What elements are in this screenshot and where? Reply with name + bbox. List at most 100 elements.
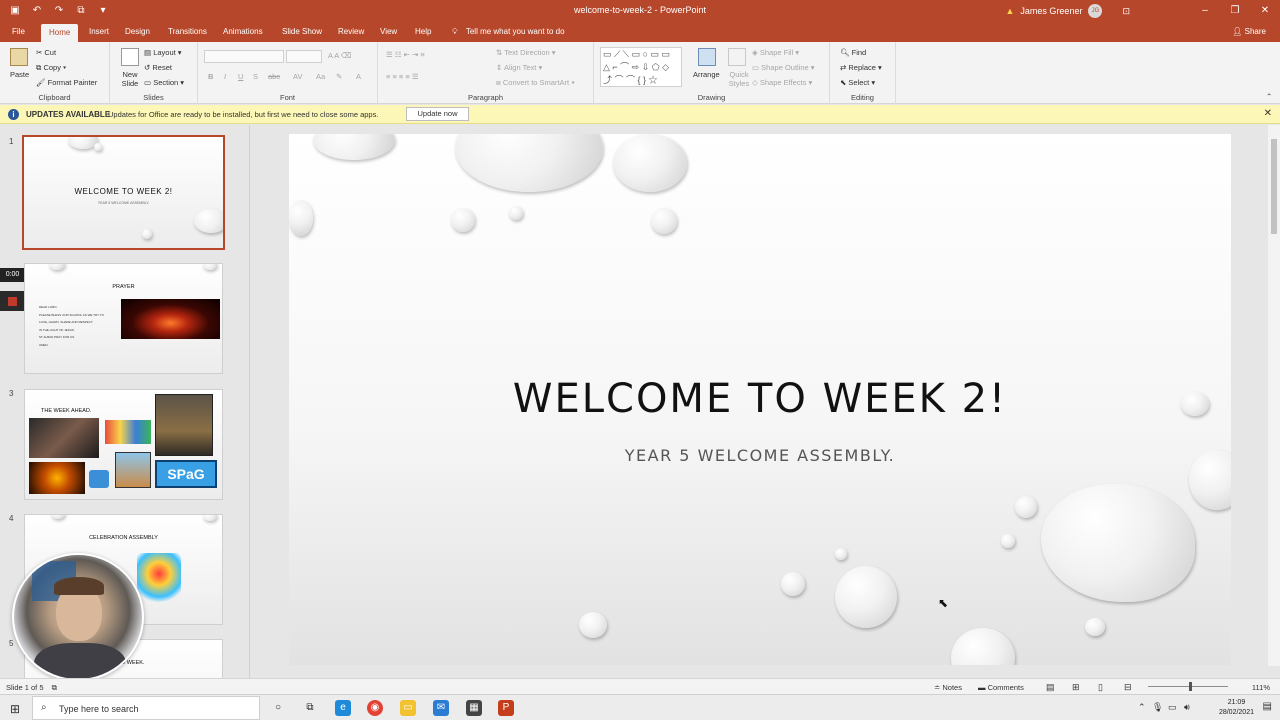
store-icon[interactable]: ▦ bbox=[466, 700, 482, 716]
taskbar-clock[interactable]: 21:09 28/02/2021 bbox=[1219, 698, 1254, 718]
user-account[interactable]: ▲ James Greener JG ⊡ bbox=[1006, 4, 1130, 18]
bold-icon[interactable]: B bbox=[208, 72, 213, 81]
accessibility-icon[interactable]: ⧉ bbox=[52, 683, 57, 692]
update-now-button[interactable]: Update now bbox=[406, 107, 469, 121]
tab-help[interactable]: Help bbox=[415, 27, 431, 36]
comments-button[interactable]: ▬ Comments bbox=[978, 683, 1024, 692]
share-button[interactable]: 👤︎ Share bbox=[1232, 27, 1266, 36]
reading-view-icon[interactable]: ▯ bbox=[1098, 682, 1103, 693]
underline-icon[interactable]: U bbox=[238, 72, 243, 81]
new-slide-button[interactable]: New Slide bbox=[118, 70, 142, 88]
convert-smartart-button[interactable]: ⧈ Convert to SmartArt ▾ bbox=[496, 78, 575, 88]
slide-thumbnail-2[interactable]: PRAYER DEAR LORD, PLEASE BLESS OUR SCHOO… bbox=[24, 263, 223, 374]
bullets-icon[interactable]: ☰ ☷ ⇤ ⇥ ≡ bbox=[386, 50, 425, 59]
replace-button[interactable]: ⇄ Replace ▾ bbox=[840, 63, 882, 72]
current-slide[interactable]: WELCOME TO WEEK 2! YEAR 5 WELCOME ASSEMB… bbox=[289, 134, 1231, 665]
zoom-level[interactable]: 111% bbox=[1252, 683, 1270, 692]
cortana-icon[interactable]: ○ bbox=[270, 700, 286, 716]
slide-title[interactable]: WELCOME TO WEEK 2! bbox=[289, 376, 1231, 422]
paste-icon[interactable] bbox=[10, 48, 28, 66]
mail-icon[interactable]: ✉ bbox=[433, 700, 449, 716]
windows-start-icon[interactable]: ⊞ bbox=[10, 702, 20, 716]
shapes-gallery[interactable]: ▭ ⟋ ⟍ ▭ ○ ▭ ▭ △ ⌐ ⌒ ⇨ ⇩ ⬠ ◇ ⤴ ⌒ ⌒ { } ☆ bbox=[600, 47, 682, 87]
align-icons[interactable]: ≡ ≡ ≡ ≡ ☰ bbox=[386, 72, 419, 81]
quick-styles-icon[interactable] bbox=[728, 48, 746, 66]
tab-insert[interactable]: Insert bbox=[89, 27, 109, 36]
highlight-icon[interactable]: ✎ bbox=[336, 72, 342, 81]
close-icon[interactable]: ✕ bbox=[1264, 108, 1272, 119]
tab-slide-show[interactable]: Slide Show bbox=[282, 27, 322, 36]
ribbon-display-options-icon[interactable]: ⊡ bbox=[1122, 6, 1130, 17]
zoom-slider[interactable] bbox=[1148, 686, 1228, 687]
slide-thumbnail-1[interactable]: WELCOME TO WEEK 2! YEAR 5 WELCOME ASSEMB… bbox=[22, 135, 225, 250]
chrome-icon[interactable]: ◉ bbox=[367, 700, 383, 716]
tab-transitions[interactable]: Transitions bbox=[168, 27, 207, 36]
layout-button[interactable]: ▤ Layout ▾ bbox=[144, 48, 182, 57]
scrollbar-thumb[interactable] bbox=[1271, 139, 1277, 234]
zoom-slider-knob[interactable] bbox=[1189, 682, 1192, 691]
quick-styles-button[interactable]: Quick Styles bbox=[726, 70, 752, 88]
tab-home[interactable]: Home bbox=[41, 24, 79, 42]
change-case-icon[interactable]: Aa bbox=[316, 72, 325, 81]
show-hidden-icons-icon[interactable]: ⌃ bbox=[1138, 702, 1146, 713]
vertical-scrollbar[interactable] bbox=[1268, 125, 1280, 666]
tab-view[interactable]: View bbox=[380, 27, 397, 36]
share-label: Share bbox=[1244, 27, 1266, 36]
font-name-box[interactable] bbox=[204, 50, 284, 63]
slide-subtitle[interactable]: YEAR 5 WELCOME ASSEMBLY. bbox=[289, 446, 1231, 465]
volume-icon[interactable]: 🔊︎ bbox=[1184, 702, 1190, 713]
format-painter-button[interactable]: 🖌︎ Format Painter bbox=[36, 78, 97, 87]
font-color-icon[interactable]: A bbox=[356, 72, 361, 81]
collapse-ribbon-icon[interactable]: ⌃ bbox=[1266, 92, 1272, 101]
slide-show-icon[interactable]: ⊟ bbox=[1124, 682, 1132, 693]
text-direction-button[interactable]: ⇅ Text Direction ▾ bbox=[496, 48, 556, 57]
shape-outline-button[interactable]: ▭ Shape Outline ▾ bbox=[752, 63, 815, 72]
slide-sorter-icon[interactable]: ⊞ bbox=[1072, 682, 1080, 693]
restore-icon[interactable]: ❐ bbox=[1220, 0, 1250, 22]
strikethrough-icon[interactable]: abc bbox=[268, 72, 280, 81]
stop-recording-button[interactable] bbox=[0, 291, 25, 311]
edge-icon[interactable]: e bbox=[335, 700, 351, 716]
comment-icon: ▬ bbox=[978, 683, 986, 692]
shape-fill-button[interactable]: ◈ Shape Fill ▾ bbox=[752, 48, 799, 57]
ribbon: Paste ✂︎ Cut ⧉ Copy ▾ 🖌︎ Format Painter … bbox=[0, 42, 1280, 104]
microphone-icon[interactable]: 🎙︎ bbox=[1152, 702, 1163, 713]
water-drop bbox=[835, 548, 847, 560]
tab-review[interactable]: Review bbox=[338, 27, 364, 36]
shadow-icon[interactable]: S bbox=[253, 72, 258, 81]
network-icon[interactable]: ▭ bbox=[1168, 702, 1177, 713]
arrange-button[interactable]: Arrange bbox=[693, 70, 720, 79]
task-view-icon[interactable]: ⧉ bbox=[302, 700, 318, 716]
notifications-icon[interactable]: ▤ bbox=[1263, 701, 1272, 712]
font-size-icons[interactable]: A A ⌫ bbox=[328, 51, 352, 60]
new-slide-icon[interactable] bbox=[121, 48, 139, 66]
info-icon: i bbox=[8, 109, 19, 120]
shape-effects-button[interactable]: ◇ Shape Effects ▾ bbox=[752, 78, 812, 87]
arrange-icon[interactable] bbox=[698, 48, 716, 66]
powerpoint-icon[interactable]: P bbox=[498, 700, 514, 716]
copy-button[interactable]: ⧉ Copy ▾ bbox=[36, 63, 66, 73]
tab-design[interactable]: Design bbox=[125, 27, 150, 36]
normal-view-icon[interactable]: ▤ bbox=[1046, 682, 1055, 693]
tab-animations[interactable]: Animations bbox=[223, 27, 263, 36]
minimize-icon[interactable]: – bbox=[1190, 0, 1220, 22]
cut-button[interactable]: ✂︎ Cut bbox=[36, 48, 56, 57]
font-size-box[interactable] bbox=[286, 50, 322, 63]
italic-icon[interactable]: I bbox=[224, 72, 226, 81]
slide-thumbnail-3[interactable]: THE WEEK AHEAD. SPaG bbox=[24, 389, 223, 500]
paste-button[interactable]: Paste bbox=[10, 70, 29, 79]
notes-button[interactable]: ≐ Notes bbox=[934, 683, 962, 692]
char-spacing-icon[interactable]: AV bbox=[293, 72, 302, 81]
align-text-label: Align Text bbox=[503, 63, 537, 72]
align-text-button[interactable]: ⇕ Align Text ▾ bbox=[496, 63, 542, 72]
taskbar-search-box[interactable]: ⌕ Type here to search bbox=[32, 696, 260, 720]
reset-button[interactable]: ↺ Reset bbox=[144, 63, 172, 72]
file-explorer-icon[interactable]: ▭ bbox=[400, 700, 416, 716]
tell-me-search[interactable]: 💡︎ Tell me what you want to do bbox=[452, 27, 565, 37]
close-icon[interactable]: ✕ bbox=[1250, 0, 1280, 22]
tab-file[interactable]: File bbox=[12, 27, 25, 36]
select-button[interactable]: ⬉ Select ▾ bbox=[840, 78, 875, 87]
clipboard-label: Clipboard bbox=[38, 93, 71, 102]
find-button[interactable]: 🔍︎ Find bbox=[840, 48, 866, 57]
section-button[interactable]: ▭ Section ▾ bbox=[144, 78, 184, 87]
